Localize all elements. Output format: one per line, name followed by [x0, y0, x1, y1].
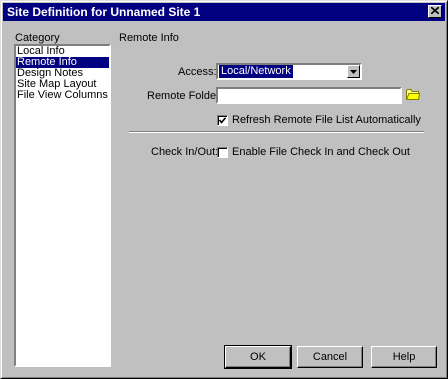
section-divider: [129, 131, 424, 133]
title-bar[interactable]: Site Definition for Unnamed Site 1: [3, 3, 445, 21]
category-list[interactable]: Local Info Remote Info Design Notes Site…: [14, 44, 111, 367]
dialog-title: Site Definition for Unnamed Site 1: [7, 5, 201, 19]
folder-icon[interactable]: [406, 88, 420, 100]
cancel-button[interactable]: Cancel: [297, 346, 363, 368]
refresh-checkbox[interactable]: [217, 115, 228, 126]
chevron-down-icon: [350, 70, 357, 74]
checkinout-label: Check In/Out:: [151, 146, 219, 158]
checkinout-checkbox[interactable]: [217, 147, 228, 158]
access-select[interactable]: Local/Network: [216, 63, 362, 80]
refresh-label[interactable]: Refresh Remote File List Automatically: [232, 114, 421, 126]
ok-button[interactable]: OK: [224, 345, 292, 369]
checkinout-option-label[interactable]: Enable File Check In and Check Out: [232, 146, 410, 158]
category-heading: Category: [15, 32, 60, 44]
access-dropdown-button[interactable]: [347, 65, 360, 78]
close-icon: [431, 7, 439, 14]
help-button[interactable]: Help: [371, 346, 437, 368]
checkmark-icon: [219, 117, 226, 124]
remote-folder-input[interactable]: [216, 87, 402, 104]
category-item-file-view-columns[interactable]: File View Columns: [16, 90, 109, 101]
remote-folder-label: Remote Folder:: [147, 90, 223, 102]
site-definition-dialog: Site Definition for Unnamed Site 1 Categ…: [0, 0, 448, 379]
close-button[interactable]: [428, 5, 442, 18]
access-label: Access:: [178, 66, 217, 78]
access-select-value: Local/Network: [219, 65, 293, 78]
panel-heading: Remote Info: [119, 32, 179, 44]
